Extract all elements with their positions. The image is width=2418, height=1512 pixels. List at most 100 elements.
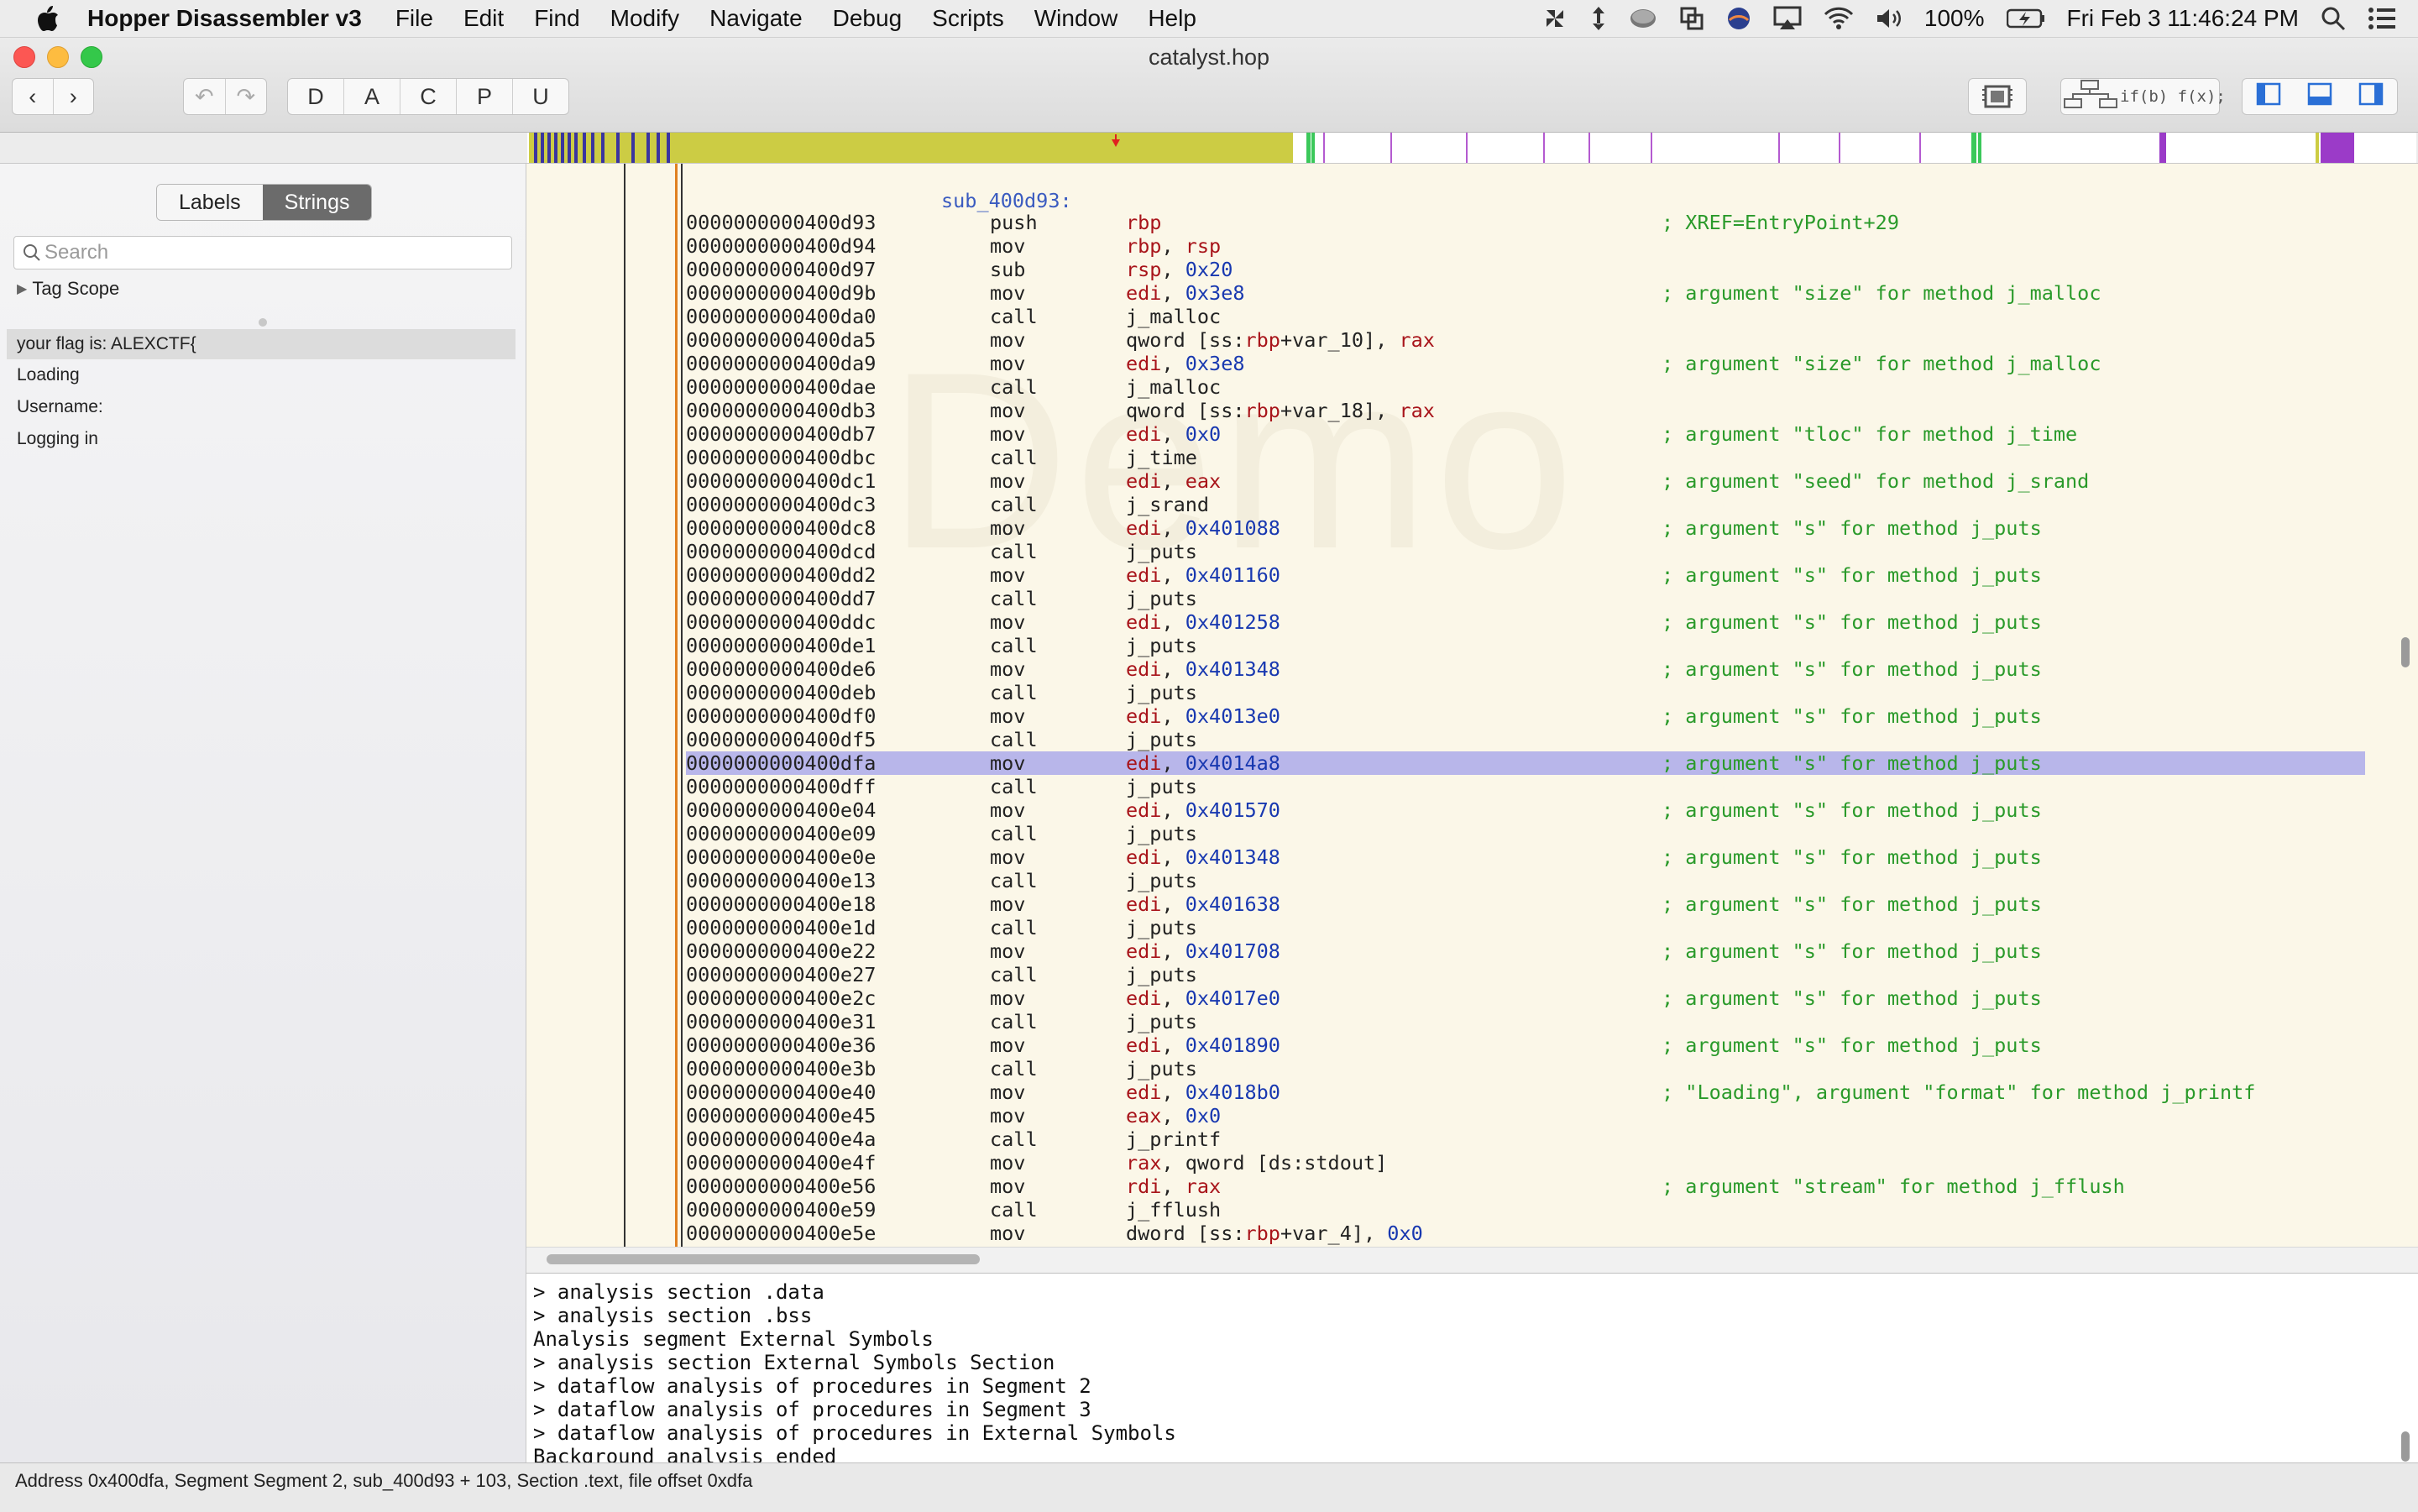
instruction-row[interactable]: 0000000000400e04 mov edi, 0x401570 ; argume… bbox=[686, 798, 2365, 822]
instruction-address[interactable]: 0000000000400e0e bbox=[686, 845, 876, 869]
instruction-operands[interactable]: edi, 0x401348 bbox=[1126, 657, 1280, 681]
instruction-address[interactable]: 0000000000400e5e bbox=[686, 1222, 876, 1245]
instruction-row[interactable]: 0000000000400dc1 mov edi, eax ; argument "s… bbox=[686, 469, 2365, 493]
instruction-address[interactable]: 0000000000400deb bbox=[686, 681, 876, 704]
instruction-row[interactable]: 0000000000400e59 call j_fflush bbox=[686, 1198, 2365, 1222]
instruction-row[interactable]: 0000000000400d93 push rbp ; XREF=EntryPoint… bbox=[686, 211, 2365, 234]
instruction-row[interactable]: 0000000000400e0e mov edi, 0x401348 ; argume… bbox=[686, 845, 2365, 869]
instruction-operands[interactable]: edi, 0x401708 bbox=[1126, 939, 1280, 963]
menu-clock[interactable]: Fri Feb 3 11:46:24 PM bbox=[2067, 5, 2300, 32]
instruction-address[interactable]: 0000000000400e2c bbox=[686, 986, 876, 1010]
instruction-address[interactable]: 0000000000400dae bbox=[686, 375, 876, 399]
instruction-row[interactable]: 0000000000400e3b call j_puts bbox=[686, 1057, 2365, 1080]
string-item[interactable]: Logging in bbox=[7, 424, 516, 454]
instruction-row[interactable]: 0000000000400da9 mov edi, 0x3e8 ; argument … bbox=[686, 352, 2365, 375]
instruction-row[interactable]: 0000000000400dd2 mov edi, 0x401160 ; argume… bbox=[686, 563, 2365, 587]
instruction-operands[interactable]: edi, 0x4013e0 bbox=[1126, 704, 1280, 728]
menu-modify[interactable]: Modify bbox=[610, 5, 679, 32]
data-mode-button[interactable]: D bbox=[288, 79, 344, 114]
instruction-row[interactable]: 0000000000400db7 mov edi, 0x0 ; argument "t… bbox=[686, 422, 2365, 446]
procedure-label[interactable]: sub_400d93: bbox=[941, 189, 1072, 212]
instruction-address[interactable]: 0000000000400e09 bbox=[686, 822, 876, 845]
instruction-operands[interactable]: j_puts bbox=[1126, 775, 1197, 798]
wifi-icon[interactable] bbox=[1824, 7, 1854, 30]
instruction-address[interactable]: 0000000000400df5 bbox=[686, 728, 876, 751]
apple-menu-icon[interactable] bbox=[30, 1, 65, 36]
instruction-address[interactable]: 0000000000400e27 bbox=[686, 963, 876, 986]
instruction-row[interactable]: 0000000000400dc8 mov edi, 0x401088 ; argume… bbox=[686, 516, 2365, 540]
undefined-mode-button[interactable]: U bbox=[513, 79, 568, 114]
instruction-address[interactable]: 0000000000400df0 bbox=[686, 704, 876, 728]
toggle-left-panel-icon[interactable] bbox=[2256, 82, 2281, 112]
instruction-operands[interactable]: edi, 0x401890 bbox=[1126, 1033, 1280, 1057]
instruction-address[interactable]: 0000000000400de1 bbox=[686, 634, 876, 657]
instruction-operands[interactable]: j_malloc bbox=[1126, 375, 1221, 399]
instruction-address[interactable]: 0000000000400dbc bbox=[686, 446, 876, 469]
splitter-handle[interactable] bbox=[259, 318, 267, 327]
instruction-address[interactable]: 0000000000400e1d bbox=[686, 916, 876, 939]
instruction-row[interactable]: 0000000000400ddc mov edi, 0x401258 ; argume… bbox=[686, 610, 2365, 634]
menu-debug[interactable]: Debug bbox=[833, 5, 903, 32]
instruction-address[interactable]: 0000000000400dff bbox=[686, 775, 876, 798]
instruction-row[interactable]: 0000000000400deb call j_puts bbox=[686, 681, 2365, 704]
instruction-operands[interactable]: j_puts bbox=[1126, 728, 1197, 751]
instruction-address[interactable]: 0000000000400da9 bbox=[686, 352, 876, 375]
instruction-operands[interactable]: edi, 0x401638 bbox=[1126, 892, 1280, 916]
instruction-address[interactable]: 0000000000400dc8 bbox=[686, 516, 876, 540]
spotlight-search-icon[interactable] bbox=[2321, 6, 2346, 31]
instruction-address[interactable]: 0000000000400e22 bbox=[686, 939, 876, 963]
instruction-address[interactable]: 0000000000400e36 bbox=[686, 1033, 876, 1057]
instruction-row[interactable]: 0000000000400dff call j_puts bbox=[686, 775, 2365, 798]
instruction-address[interactable]: 0000000000400d9b bbox=[686, 281, 876, 305]
instruction-address[interactable]: 0000000000400e4a bbox=[686, 1127, 876, 1151]
undo-button[interactable]: ↶ bbox=[184, 79, 226, 114]
instruction-address[interactable]: 0000000000400e04 bbox=[686, 798, 876, 822]
instruction-row[interactable]: 0000000000400d94 mov rbp, rsp bbox=[686, 234, 2365, 258]
labels-tab[interactable]: Labels bbox=[157, 185, 263, 220]
instruction-operands[interactable]: edi, 0x4017e0 bbox=[1126, 986, 1280, 1010]
notification-center-icon[interactable] bbox=[2368, 7, 2396, 30]
instruction-operands[interactable]: edi, 0x401088 bbox=[1126, 516, 1280, 540]
vertical-scrollbar-thumb[interactable] bbox=[2401, 637, 2410, 667]
fan-icon[interactable] bbox=[1541, 5, 1568, 32]
forward-button[interactable]: › bbox=[54, 79, 94, 114]
instruction-row[interactable]: 0000000000400e36 mov edi, 0x401890 ; argume… bbox=[686, 1033, 2365, 1057]
instruction-operands[interactable]: rax, qword [ds:stdout] bbox=[1126, 1151, 1387, 1175]
instruction-operands[interactable]: edi, 0x4014a8 bbox=[1126, 751, 1280, 775]
search-field[interactable]: Search bbox=[13, 236, 512, 269]
globe-icon[interactable] bbox=[1726, 6, 1751, 31]
instruction-operands[interactable]: j_puts bbox=[1126, 916, 1197, 939]
menu-scripts[interactable]: Scripts bbox=[932, 5, 1004, 32]
instruction-address[interactable]: 0000000000400d93 bbox=[686, 211, 876, 234]
code-mode-button[interactable]: C bbox=[400, 79, 457, 114]
instruction-address[interactable]: 0000000000400d94 bbox=[686, 234, 876, 258]
menu-edit[interactable]: Edit bbox=[463, 5, 504, 32]
battery-percent[interactable]: 100% bbox=[1924, 5, 1985, 32]
console-log[interactable]: > analysis section .data > analysis secti… bbox=[526, 1274, 2418, 1462]
instruction-row[interactable]: 0000000000400e31 call j_puts bbox=[686, 1010, 2365, 1033]
strings-tab[interactable]: Strings bbox=[262, 185, 372, 220]
menu-file[interactable]: File bbox=[395, 5, 433, 32]
instruction-operands[interactable]: j_puts bbox=[1126, 587, 1197, 610]
battery-icon[interactable] bbox=[2006, 8, 2045, 29]
instruction-operands[interactable]: eax, 0x0 bbox=[1126, 1104, 1221, 1127]
procedure-mode-button[interactable]: P bbox=[457, 79, 513, 114]
instruction-row[interactable]: 0000000000400da5 mov qword [ss:rbp+var_10]… bbox=[686, 328, 2365, 352]
volume-icon[interactable] bbox=[1876, 7, 1902, 30]
instruction-operands[interactable]: rsp, 0x20 bbox=[1126, 258, 1233, 281]
menu-navigate[interactable]: Navigate bbox=[709, 5, 803, 32]
instruction-operands[interactable]: dword [ss:rbp+var_4], 0x0 bbox=[1126, 1222, 1423, 1245]
pseudocode-button[interactable]: if(b) f(x); bbox=[2120, 88, 2226, 105]
string-item[interactable]: Username: bbox=[7, 392, 516, 422]
instruction-row[interactable]: 0000000000400e5e mov dword [ss:rbp+var_4],… bbox=[686, 1222, 2365, 1245]
horizontal-scrollbar[interactable] bbox=[526, 1247, 2418, 1274]
instruction-row[interactable]: 0000000000400e40 mov edi, 0x4018b0 ; "Loadi… bbox=[686, 1080, 2365, 1104]
instruction-address[interactable]: 0000000000400dc1 bbox=[686, 469, 876, 493]
instruction-operands[interactable]: qword [ss:rbp+var_10], rax bbox=[1126, 328, 1435, 352]
instruction-operands[interactable]: j_puts bbox=[1126, 681, 1197, 704]
drive-icon[interactable] bbox=[1629, 7, 1657, 30]
instruction-address[interactable]: 0000000000400dd2 bbox=[686, 563, 876, 587]
instruction-address[interactable]: 0000000000400e3b bbox=[686, 1057, 876, 1080]
instruction-address[interactable]: 0000000000400dfa bbox=[686, 751, 876, 775]
instruction-operands[interactable]: edi, 0x4018b0 bbox=[1126, 1080, 1280, 1104]
